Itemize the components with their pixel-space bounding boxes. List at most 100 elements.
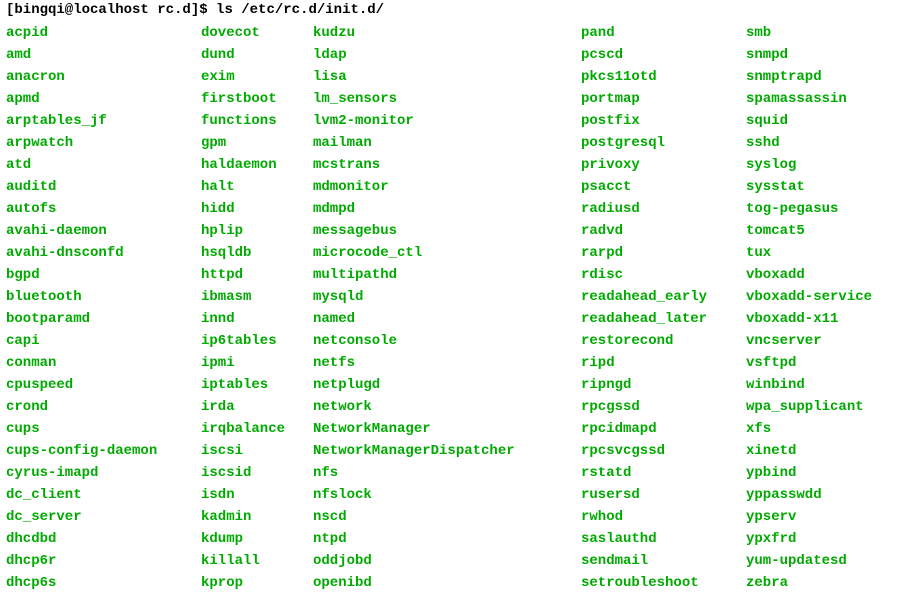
ls-entry: yppasswdd: [746, 484, 906, 506]
ls-entry: avahi-daemon: [6, 220, 201, 242]
ls-entry: snmptrapd: [746, 66, 906, 88]
ls-entry: dc_client: [6, 484, 201, 506]
ls-entry: lisa: [313, 66, 581, 88]
ls-entry: mcstrans: [313, 154, 581, 176]
ls-entry: iptables: [201, 374, 313, 396]
ls-entry: named: [313, 308, 581, 330]
ls-entry: autofs: [6, 198, 201, 220]
ls-entry: ypserv: [746, 506, 906, 528]
ls-entry: nscd: [313, 506, 581, 528]
ls-entry: dovecot: [201, 22, 313, 44]
ls-entry: crond: [6, 396, 201, 418]
ls-entry: iscsid: [201, 462, 313, 484]
ls-entry: iscsi: [201, 440, 313, 462]
ls-entry: nfslock: [313, 484, 581, 506]
ls-entry: xfs: [746, 418, 906, 440]
ls-column: acpidamdanacronapmdarptables_jfarpwatcha…: [6, 22, 201, 594]
ls-entry: lvm2-monitor: [313, 110, 581, 132]
ls-entry: readahead_later: [581, 308, 746, 330]
ls-entry: lm_sensors: [313, 88, 581, 110]
ls-column: kudzuldaplisalm_sensorslvm2-monitormailm…: [313, 22, 581, 594]
ls-entry: innd: [201, 308, 313, 330]
ls-entry: yum-updatesd: [746, 550, 906, 572]
ls-entry: arpwatch: [6, 132, 201, 154]
ls-entry: capi: [6, 330, 201, 352]
ls-entry: sshd: [746, 132, 906, 154]
ls-column: smbsnmpdsnmptrapdspamassassinsquidsshdsy…: [746, 22, 906, 594]
ls-entry: mailman: [313, 132, 581, 154]
ls-entry: arptables_jf: [6, 110, 201, 132]
ls-entry: ripd: [581, 352, 746, 374]
ls-entry: irqbalance: [201, 418, 313, 440]
ls-entry: kprop: [201, 572, 313, 594]
ls-entry: hidd: [201, 198, 313, 220]
ls-entry: sysstat: [746, 176, 906, 198]
ls-entry: cups-config-daemon: [6, 440, 201, 462]
ls-entry: netconsole: [313, 330, 581, 352]
ls-entry: avahi-dnsconfd: [6, 242, 201, 264]
ls-entry: ldap: [313, 44, 581, 66]
ls-entry: auditd: [6, 176, 201, 198]
ls-entry: ypbind: [746, 462, 906, 484]
ls-entry: conman: [6, 352, 201, 374]
ls-entry: pcscd: [581, 44, 746, 66]
ls-entry: kdump: [201, 528, 313, 550]
ls-entry: isdn: [201, 484, 313, 506]
ls-entry: rarpd: [581, 242, 746, 264]
ls-entry: pand: [581, 22, 746, 44]
ls-entry: bootparamd: [6, 308, 201, 330]
ls-entry: netfs: [313, 352, 581, 374]
ls-entry: vsftpd: [746, 352, 906, 374]
shell-prompt: [bingqi@localhost rc.d]$: [6, 2, 208, 18]
ls-entry: sendmail: [581, 550, 746, 572]
ls-entry: dund: [201, 44, 313, 66]
ls-entry: haldaemon: [201, 154, 313, 176]
ls-entry: syslog: [746, 154, 906, 176]
ls-entry: oddjobd: [313, 550, 581, 572]
ls-entry: ibmasm: [201, 286, 313, 308]
ls-entry: firstboot: [201, 88, 313, 110]
ls-entry: vboxadd: [746, 264, 906, 286]
ls-entry: ypxfrd: [746, 528, 906, 550]
ls-entry: rpcgssd: [581, 396, 746, 418]
ls-entry: smb: [746, 22, 906, 44]
ls-entry: spamassassin: [746, 88, 906, 110]
ls-entry: tog-pegasus: [746, 198, 906, 220]
command-text: ls /etc/rc.d/init.d/: [216, 2, 384, 18]
ls-entry: vboxadd-x11: [746, 308, 906, 330]
ls-entry: httpd: [201, 264, 313, 286]
ls-entry: cups: [6, 418, 201, 440]
ls-entry: rusersd: [581, 484, 746, 506]
ls-entry: vboxadd-service: [746, 286, 906, 308]
ls-entry: rwhod: [581, 506, 746, 528]
ls-entry: postfix: [581, 110, 746, 132]
ls-entry: postgresql: [581, 132, 746, 154]
ls-entry: exim: [201, 66, 313, 88]
ls-entry: hplip: [201, 220, 313, 242]
ls-entry: netplugd: [313, 374, 581, 396]
ls-entry: NetworkManager: [313, 418, 581, 440]
ls-entry: rdisc: [581, 264, 746, 286]
ls-entry: acpid: [6, 22, 201, 44]
ls-entry: wpa_supplicant: [746, 396, 906, 418]
ls-entry: NetworkManagerDispatcher: [313, 440, 581, 462]
ls-entry: hsqldb: [201, 242, 313, 264]
ls-entry: restorecond: [581, 330, 746, 352]
ls-entry: anacron: [6, 66, 201, 88]
ls-entry: dhcp6r: [6, 550, 201, 572]
ls-entry: zebra: [746, 572, 906, 594]
ls-entry: tomcat5: [746, 220, 906, 242]
ls-entry: winbind: [746, 374, 906, 396]
ls-entry: ripngd: [581, 374, 746, 396]
ls-entry: setroubleshoot: [581, 572, 746, 594]
ls-entry: network: [313, 396, 581, 418]
ls-entry: cpuspeed: [6, 374, 201, 396]
ls-entry: mysqld: [313, 286, 581, 308]
ls-entry: rpcidmapd: [581, 418, 746, 440]
ls-entry: mdmonitor: [313, 176, 581, 198]
ls-entry: snmpd: [746, 44, 906, 66]
ls-entry: ip6tables: [201, 330, 313, 352]
ls-entry: ntpd: [313, 528, 581, 550]
ls-entry: rstatd: [581, 462, 746, 484]
ls-entry: dhcdbd: [6, 528, 201, 550]
